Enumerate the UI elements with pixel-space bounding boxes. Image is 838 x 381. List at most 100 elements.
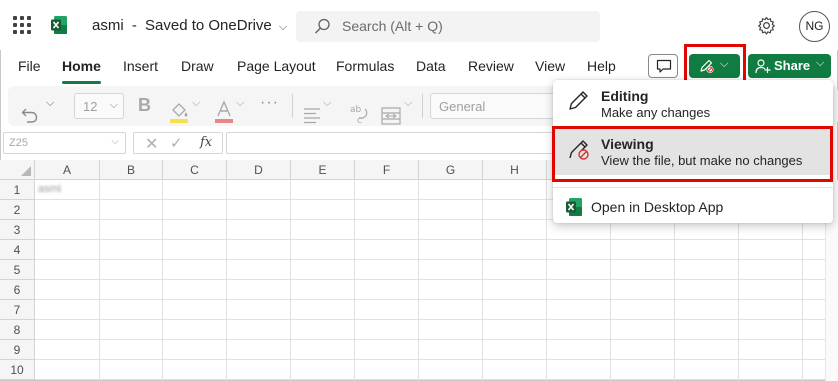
- chevron-down-icon: ⌵: [109, 99, 118, 111]
- row-header[interactable]: 4: [0, 240, 35, 260]
- column-header[interactable]: C: [163, 160, 227, 180]
- column-gridline: [482, 180, 483, 381]
- save-status: Saved to OneDrive: [145, 17, 272, 34]
- number-format-select[interactable]: General: [430, 93, 560, 119]
- chevron-down-icon[interactable]: ⌵: [323, 97, 331, 110]
- tab-page-layout[interactable]: Page Layout: [237, 58, 316, 74]
- column-header[interactable]: E: [291, 160, 355, 180]
- column-gridline: [99, 180, 100, 381]
- insert-function-button[interactable]: fx: [200, 135, 212, 150]
- column-header[interactable]: G: [419, 160, 483, 180]
- search-icon: [315, 18, 330, 34]
- user-avatar[interactable]: NG: [799, 11, 830, 42]
- name-box[interactable]: Z25 ⌵: [3, 132, 126, 154]
- menu-item-editing[interactable]: Editing Make any changes: [553, 80, 833, 126]
- row-header[interactable]: 1: [0, 180, 35, 200]
- row-gridline: [35, 359, 838, 360]
- column-gridline: [418, 180, 419, 381]
- highlight-box-viewing-option: [552, 126, 833, 182]
- formula-actions: ✕ ✓ fx: [133, 132, 223, 154]
- enter-formula-icon[interactable]: ✓: [170, 134, 183, 152]
- tab-formulas[interactable]: Formulas: [336, 58, 394, 74]
- row-gridline: [35, 239, 838, 240]
- share-label: Share: [774, 58, 811, 73]
- align-icon[interactable]: [302, 96, 322, 136]
- row-header[interactable]: 9: [0, 340, 35, 360]
- row-gridline: [35, 339, 838, 340]
- comment-icon: [656, 59, 672, 73]
- tab-help[interactable]: Help: [587, 58, 616, 74]
- name-box-value: Z25: [9, 137, 28, 149]
- cell-a1[interactable]: asmi: [38, 183, 61, 195]
- column-gridline: [226, 180, 227, 381]
- column-header[interactable]: F: [355, 160, 419, 180]
- column-header[interactable]: A: [35, 160, 100, 180]
- editing-description: Make any changes: [601, 105, 711, 120]
- more-options-icon[interactable]: ···: [260, 94, 279, 112]
- fill-color-icon[interactable]: [168, 92, 190, 132]
- column-header[interactable]: D: [227, 160, 291, 180]
- row-gridline: [35, 259, 838, 260]
- chevron-down-icon: ⌵: [278, 21, 288, 33]
- share-person-icon: [755, 59, 771, 74]
- bold-button[interactable]: B: [138, 95, 151, 116]
- chevron-down-icon[interactable]: ⌵: [46, 97, 54, 110]
- row-header[interactable]: 10: [0, 360, 35, 380]
- row-header[interactable]: 3: [0, 220, 35, 240]
- row-gridline: [35, 319, 838, 320]
- formula-input[interactable]: [226, 132, 556, 154]
- tab-home[interactable]: Home: [62, 58, 101, 84]
- column-header[interactable]: B: [100, 160, 163, 180]
- cancel-formula-icon[interactable]: ✕: [145, 134, 158, 154]
- row-header[interactable]: 5: [0, 260, 35, 280]
- font-size-select[interactable]: 12 ⌵: [74, 93, 124, 119]
- row-header[interactable]: 2: [0, 200, 35, 220]
- wrap-text-icon[interactable]: ab c: [348, 94, 370, 134]
- row-header[interactable]: 8: [0, 320, 35, 340]
- column-header[interactable]: H: [483, 160, 547, 180]
- select-all-corner[interactable]: [0, 160, 35, 180]
- column-gridline: [546, 180, 547, 381]
- editing-title: Editing: [601, 88, 649, 104]
- title-bar: asmi - Saved to OneDrive ⌵ Search (Alt +…: [0, 0, 838, 50]
- toolbar-divider: [292, 94, 293, 118]
- excel-desktop-icon: [566, 198, 582, 216]
- comments-button[interactable]: [648, 54, 678, 78]
- tab-file[interactable]: File: [18, 58, 41, 74]
- svg-text:ab: ab: [350, 105, 362, 115]
- chevron-down-icon[interactable]: ⌵: [236, 97, 244, 110]
- search-placeholder: Search (Alt + Q): [342, 18, 443, 34]
- chevron-down-icon[interactable]: ⌵: [404, 97, 412, 110]
- column-gridline: [162, 180, 163, 381]
- settings-gear-icon[interactable]: [757, 16, 776, 35]
- row-gridline: [35, 379, 838, 380]
- open-desktop-label: Open in Desktop App: [591, 199, 724, 215]
- chevron-down-icon: ⌵: [111, 136, 119, 147]
- column-gridline: [290, 180, 291, 381]
- row-gridline: [35, 279, 838, 280]
- tab-insert[interactable]: Insert: [123, 58, 158, 74]
- file-name: asmi: [92, 17, 124, 34]
- chevron-down-icon: ⌵: [816, 57, 825, 69]
- excel-logo-icon: [51, 16, 67, 34]
- undo-icon[interactable]: [20, 95, 40, 135]
- pencil-icon: [569, 91, 588, 110]
- row-gridline: [35, 299, 838, 300]
- tab-review[interactable]: Review: [468, 58, 514, 74]
- share-button[interactable]: Share ⌵: [748, 54, 831, 78]
- merge-cells-icon[interactable]: [380, 96, 402, 136]
- menu-divider: [553, 187, 833, 188]
- app-launcher-icon[interactable]: [13, 16, 31, 34]
- tab-data[interactable]: Data: [416, 58, 446, 74]
- row-header[interactable]: 6: [0, 280, 35, 300]
- font-color-icon[interactable]: [214, 92, 234, 132]
- menu-item-open-desktop[interactable]: Open in Desktop App: [553, 191, 833, 223]
- document-title[interactable]: asmi - Saved to OneDrive ⌵: [92, 17, 287, 34]
- toolbar-divider: [422, 94, 423, 118]
- column-gridline: [354, 180, 355, 381]
- row-header[interactable]: 7: [0, 300, 35, 320]
- tab-draw[interactable]: Draw: [181, 58, 214, 74]
- search-box[interactable]: Search (Alt + Q): [296, 11, 600, 42]
- tab-view[interactable]: View: [535, 58, 565, 74]
- chevron-down-icon[interactable]: ⌵: [192, 97, 200, 110]
